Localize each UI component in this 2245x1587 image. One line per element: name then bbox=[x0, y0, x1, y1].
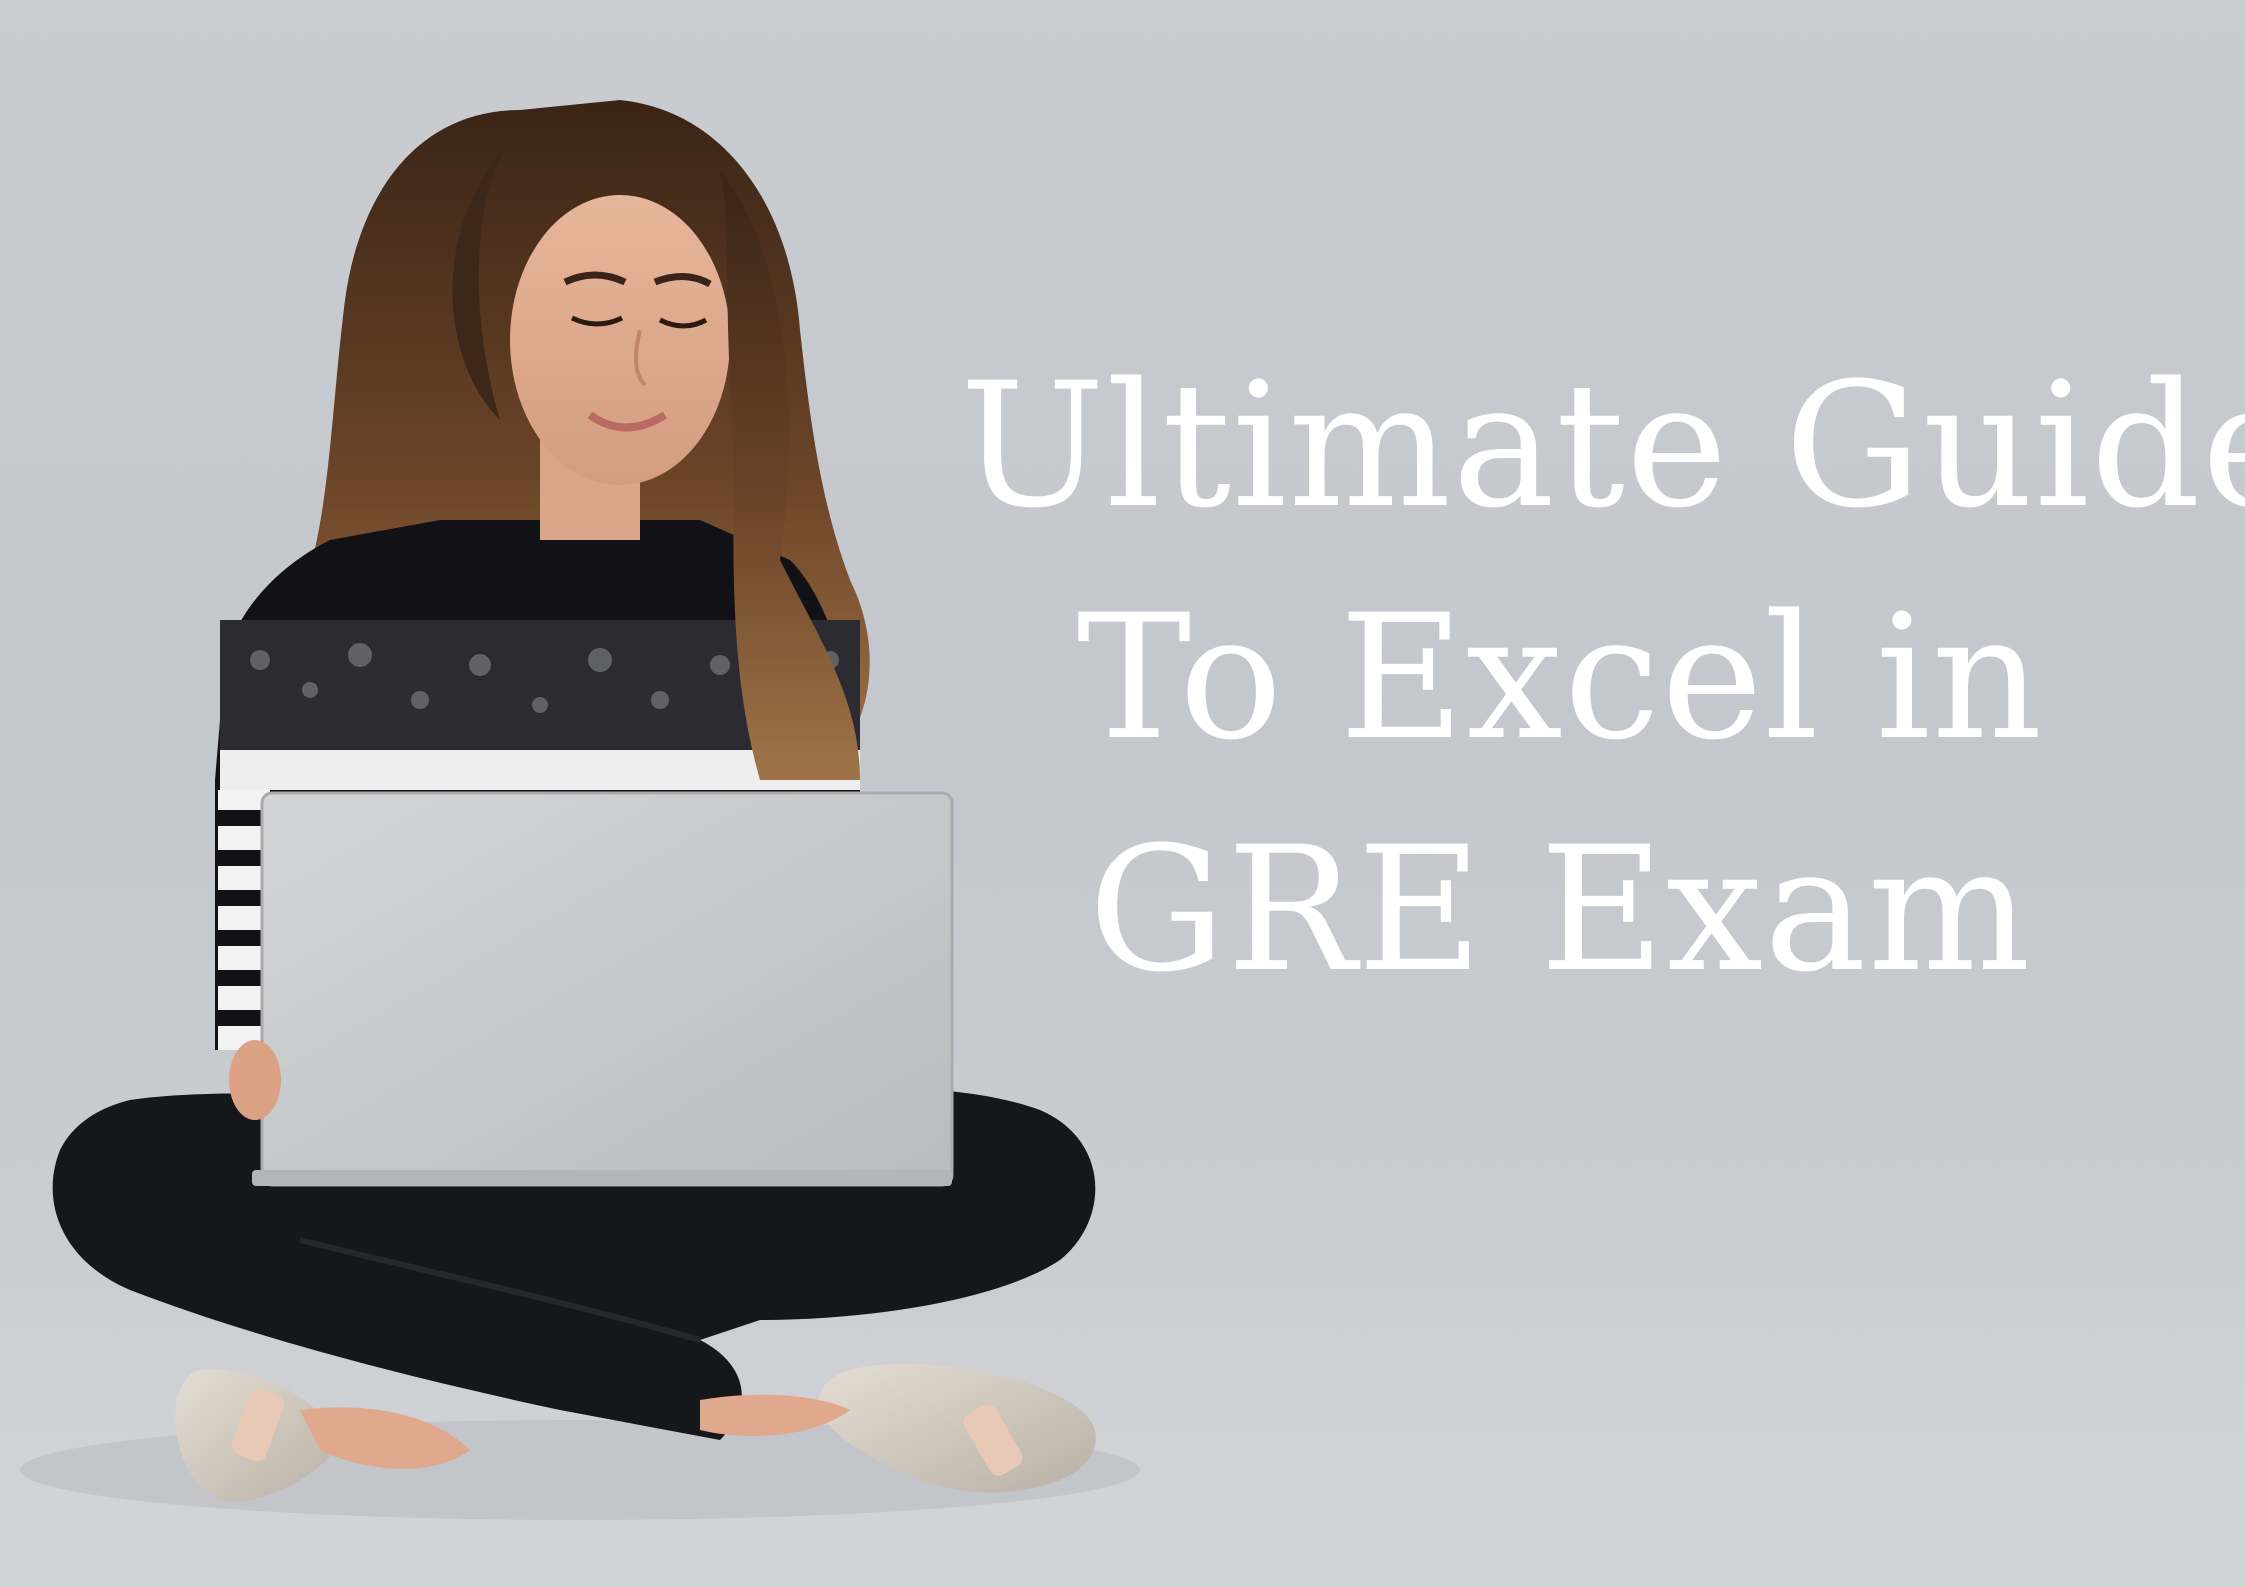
headline-line-3: GRE Exam bbox=[1088, 809, 2032, 1010]
headline: Ultimate Guide To Excel in GRE Exam bbox=[960, 330, 2245, 1026]
hand-left bbox=[229, 1040, 281, 1120]
headline-line-1: Ultimate Guide bbox=[960, 345, 2245, 546]
face bbox=[510, 195, 730, 485]
laptop-icon bbox=[252, 791, 954, 1187]
headline-line-2: To Excel in bbox=[1076, 577, 2044, 778]
